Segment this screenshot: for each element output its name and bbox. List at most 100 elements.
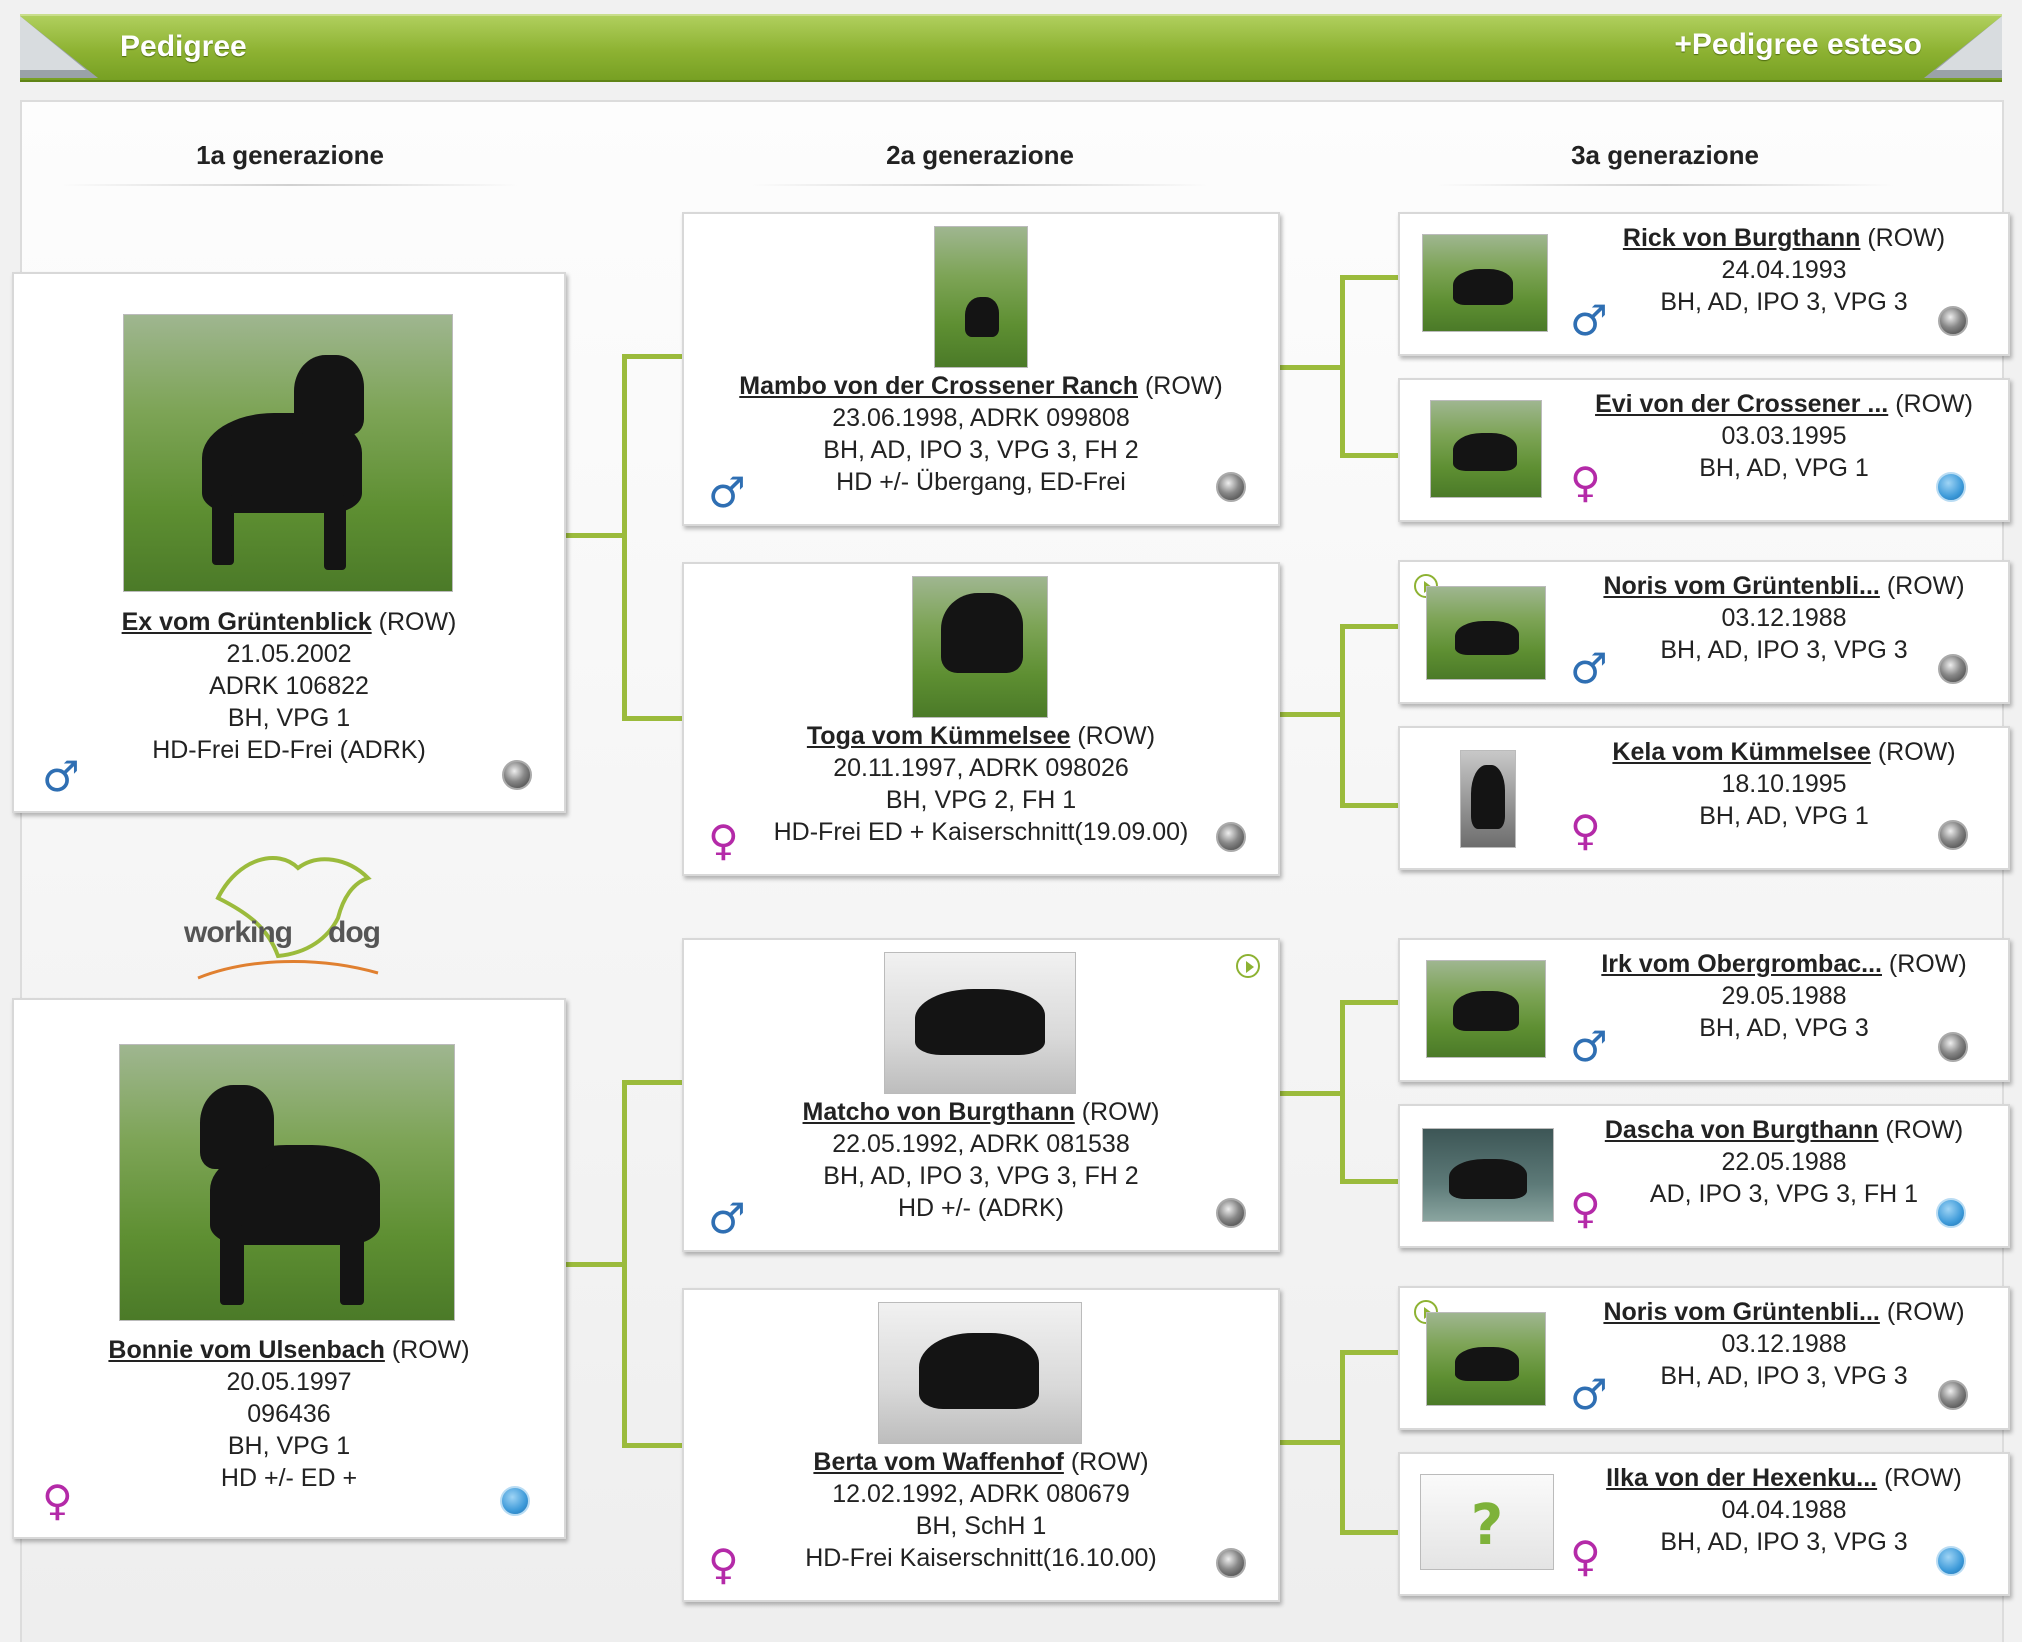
- dog-photo[interactable]: [1426, 960, 1546, 1058]
- dog-card-g3-8: ? Ilka von der Hexenku... (ROW) 04.04.19…: [1398, 1452, 2010, 1596]
- dog-breed: (ROW): [391, 1336, 470, 1364]
- dog-name-link[interactable]: Toga vom Kümmelsee: [807, 722, 1071, 750]
- question-mark-icon: ?: [1470, 1493, 1504, 1558]
- generation-2-heading: 2a generazione: [750, 140, 1210, 186]
- connector: [622, 1080, 627, 1447]
- dog-card-g1-sire: Ex vom Grüntenblick (ROW) 21.05.2002 ADR…: [12, 272, 566, 813]
- male-icon: ♂: [1570, 1370, 1608, 1419]
- dog-detail: 20.11.1997, ADRK 098026: [833, 754, 1129, 782]
- fci-badge-icon[interactable]: [1936, 1198, 1966, 1228]
- female-icon: ♀: [1570, 458, 1601, 507]
- dog-card-g2-1: Mambo von der Crossener Ranch (ROW) 23.0…: [682, 212, 1280, 526]
- dog-info: Bonnie vom Ulsenbach (ROW) 20.05.1997 09…: [24, 1334, 554, 1494]
- dog-breed: (ROW): [1070, 1448, 1149, 1476]
- dog-name-link[interactable]: Matcho von Burgthann: [803, 1098, 1075, 1126]
- connector: [1340, 275, 1398, 280]
- header-title: Pedigree: [120, 30, 247, 63]
- dog-name-link[interactable]: Noris vom Grüntenbli...: [1603, 1298, 1879, 1326]
- club-badge-icon[interactable]: [1216, 1198, 1246, 1228]
- dog-name-link[interactable]: Ilka von der Hexenku...: [1606, 1464, 1877, 1492]
- dog-photo[interactable]: [878, 1302, 1082, 1444]
- dog-name-link[interactable]: Irk vom Obergrombac...: [1601, 950, 1882, 978]
- dog-info: Ilka von der Hexenku... (ROW) 04.04.1988…: [1570, 1462, 1998, 1558]
- dog-detail: 03.12.1988: [1721, 604, 1847, 632]
- club-badge-icon[interactable]: [502, 760, 532, 790]
- dog-name-link[interactable]: Bonnie vom Ulsenbach: [108, 1336, 384, 1364]
- dog-name-link[interactable]: Rick von Burgthann: [1623, 224, 1861, 252]
- dog-detail: BH, AD, IPO 3, VPG 3: [1660, 288, 1908, 316]
- dog-photo[interactable]: [1430, 400, 1542, 498]
- dog-name-link[interactable]: Mambo von der Crossener Ranch: [739, 372, 1138, 400]
- dog-info: Irk vom Obergrombac... (ROW) 29.05.1988 …: [1570, 948, 1998, 1044]
- dog-photo[interactable]: [119, 1044, 455, 1321]
- connector: [1278, 1440, 1342, 1445]
- club-badge-icon[interactable]: [1938, 820, 1968, 850]
- club-badge-icon[interactable]: [1216, 822, 1246, 852]
- connector: [1278, 712, 1342, 717]
- dog-photo[interactable]: [1460, 750, 1516, 848]
- club-badge-icon[interactable]: [1938, 1380, 1968, 1410]
- fci-badge-icon[interactable]: [1936, 1546, 1966, 1576]
- dog-info: Kela vom Kümmelsee (ROW) 18.10.1995 BH, …: [1570, 736, 1998, 832]
- dog-name-link[interactable]: Evi von der Crossener ...: [1595, 390, 1888, 418]
- dog-photo[interactable]: [1426, 586, 1546, 680]
- dog-detail: HD-Frei ED + Kaiserschnitt(19.09.00): [773, 818, 1189, 846]
- dog-info: Dascha von Burgthann (ROW) 22.05.1988 AD…: [1570, 1114, 1998, 1210]
- dog-detail: 29.05.1988: [1721, 982, 1847, 1010]
- dog-photo[interactable]: [1422, 1128, 1554, 1222]
- dog-detail: BH, AD, VPG 3: [1699, 1014, 1869, 1042]
- extended-pedigree-link[interactable]: +Pedigree esteso: [1674, 28, 1922, 62]
- connector: [1340, 1000, 1398, 1005]
- dog-name-link[interactable]: Berta vom Waffenhof: [813, 1448, 1063, 1476]
- dog-card-g2-3: Matcho von Burgthann (ROW) 22.05.1992, A…: [682, 938, 1280, 1252]
- dog-card-g1-dam: Bonnie vom Ulsenbach (ROW) 20.05.1997 09…: [12, 998, 566, 1539]
- dog-photo[interactable]: [123, 314, 453, 592]
- club-badge-icon[interactable]: [1216, 472, 1246, 502]
- connector: [622, 716, 684, 721]
- dog-detail: 22.05.1988: [1721, 1148, 1847, 1176]
- dog-name-link[interactable]: Ex vom Grüntenblick: [122, 608, 372, 636]
- unknown-photo-placeholder[interactable]: ?: [1420, 1474, 1554, 1570]
- male-icon: ♂: [708, 468, 746, 517]
- dog-card-g3-2: Evi von der Crossener ... (ROW) 03.03.19…: [1398, 378, 2010, 522]
- dog-detail: BH, VPG 1: [227, 704, 351, 732]
- club-badge-icon[interactable]: [1938, 1032, 1968, 1062]
- dog-info: Noris vom Grüntenbli... (ROW) 03.12.1988…: [1570, 1296, 1998, 1392]
- female-icon: ♀: [1570, 1184, 1601, 1233]
- dog-card-g3-5: Irk vom Obergrombac... (ROW) 29.05.1988 …: [1398, 938, 2010, 1082]
- dog-photo[interactable]: [1422, 234, 1548, 332]
- dog-breed: (ROW): [1895, 390, 1973, 418]
- connector: [1340, 1179, 1398, 1184]
- connector: [1340, 1350, 1345, 1534]
- working-dog-logo: working dog: [178, 838, 398, 988]
- video-play-icon[interactable]: [1236, 954, 1260, 978]
- pedigree-header: Pedigree +Pedigree esteso: [20, 14, 2002, 82]
- club-badge-icon[interactable]: [1938, 306, 1968, 336]
- dog-photo[interactable]: [912, 576, 1048, 718]
- dog-info: Rick von Burgthann (ROW) 24.04.1993 BH, …: [1570, 222, 1998, 318]
- header-corner-left-inner: [20, 16, 86, 70]
- dog-photo[interactable]: [884, 952, 1076, 1094]
- dog-breed: (ROW): [1886, 1298, 1965, 1326]
- fci-badge-icon[interactable]: [1936, 472, 1966, 502]
- club-badge-icon[interactable]: [1938, 654, 1968, 684]
- dog-breed: (ROW): [1884, 1464, 1962, 1492]
- dog-name-link[interactable]: Noris vom Grüntenbli...: [1603, 572, 1879, 600]
- connector: [622, 354, 627, 720]
- fci-badge-icon[interactable]: [500, 1486, 530, 1516]
- dog-name-link[interactable]: Kela vom Kümmelsee: [1612, 738, 1870, 766]
- dog-name-link[interactable]: Dascha von Burgthann: [1605, 1116, 1879, 1144]
- dog-info: Evi von der Crossener ... (ROW) 03.03.19…: [1570, 388, 1998, 484]
- connector: [622, 354, 684, 359]
- dog-info: Toga vom Kümmelsee (ROW) 20.11.1997, ADR…: [694, 720, 1268, 848]
- dog-detail: BH, AD, IPO 3, VPG 3: [1660, 1362, 1908, 1390]
- dog-photo[interactable]: [1426, 1312, 1546, 1406]
- club-badge-icon[interactable]: [1216, 1548, 1246, 1578]
- dog-photo[interactable]: [934, 226, 1028, 368]
- connector: [1340, 453, 1398, 458]
- header-corner-right-inner: [1936, 16, 2002, 70]
- dog-detail: BH, AD, VPG 1: [1699, 454, 1869, 482]
- connector: [1278, 1091, 1342, 1096]
- dog-detail: ADRK 106822: [209, 672, 369, 700]
- connector: [1340, 1530, 1398, 1535]
